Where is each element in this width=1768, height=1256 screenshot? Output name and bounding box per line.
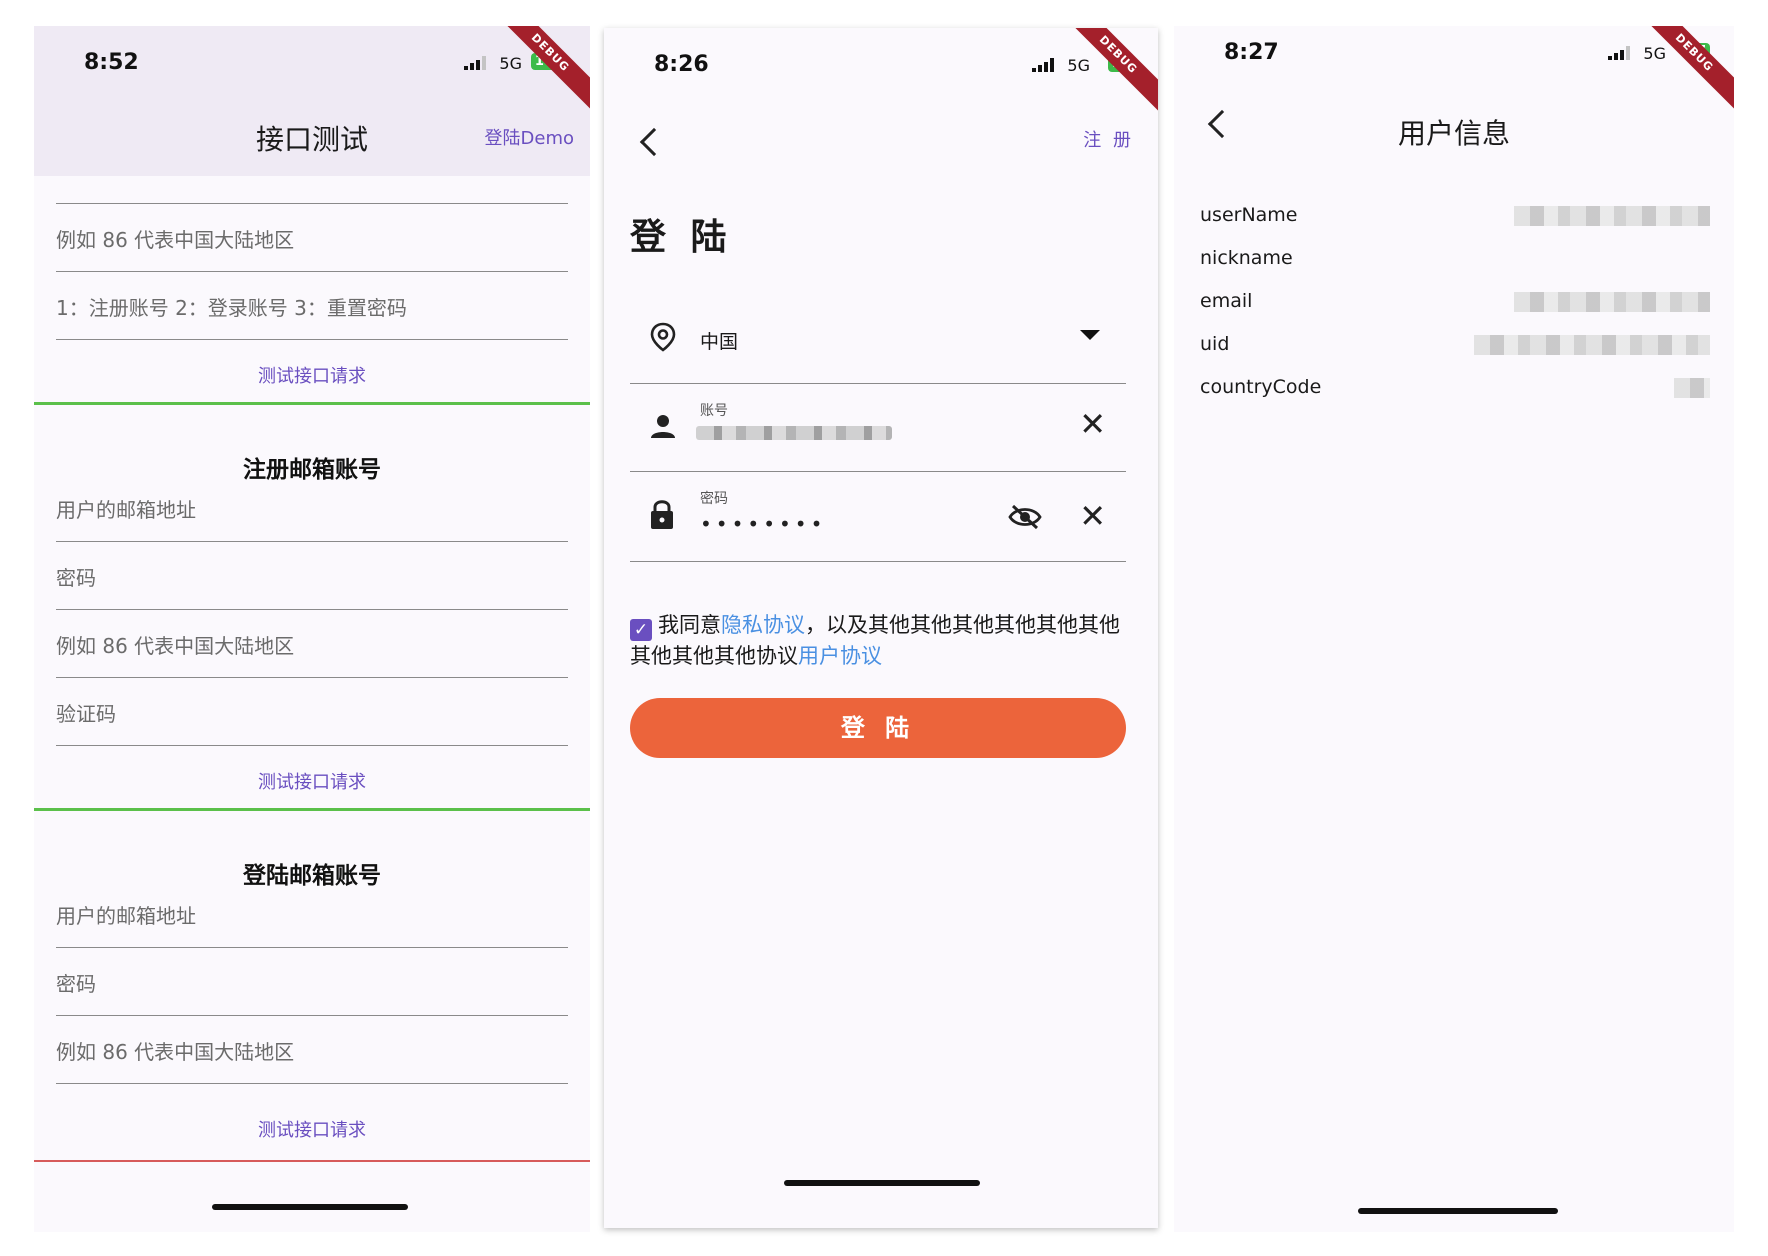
agreement-prefix: 我同意: [658, 613, 721, 637]
privacy-policy-link[interactable]: 隐私协议: [721, 613, 805, 637]
password-field[interactable]: 密码 •••••••• ✕: [630, 472, 1126, 562]
signal-icon: [1608, 46, 1630, 60]
home-indicator[interactable]: [784, 1180, 980, 1186]
country-selector[interactable]: 中国: [630, 294, 1126, 384]
info-value-redacted: [1514, 206, 1710, 226]
login-screen: 8:26 5G 97 DEBUG 注 册 登 陆 中国 账号 ✕ 密码 ••••…: [604, 28, 1158, 1228]
register-link[interactable]: 注 册: [1083, 126, 1134, 152]
status-bar: 8:52 5G 100 DEBUG: [34, 26, 590, 111]
api-test-screen: 8:52 5G 100 DEBUG 接口测试 登陆Demo 例如 86 代表中国…: [34, 26, 590, 1232]
country-code-field[interactable]: 例如 86 代表中国大陆地区: [56, 1016, 568, 1084]
field-placeholder: 例如 86 代表中国大陆地区: [56, 228, 295, 252]
country-code-field[interactable]: 例如 86 代表中国大陆地区: [56, 610, 568, 678]
email-field[interactable]: 用户的邮箱地址: [56, 880, 568, 948]
status-time: 8:27: [1224, 40, 1279, 65]
field-placeholder: 例如 86 代表中国大陆地区: [56, 634, 295, 658]
test-request-button[interactable]: 测试接口请求: [34, 362, 590, 388]
person-icon: [651, 415, 675, 438]
back-icon[interactable]: [639, 127, 669, 157]
dropdown-arrow-icon[interactable]: [1080, 330, 1100, 340]
info-key: userName: [1200, 204, 1298, 226]
lock-icon: [651, 500, 673, 529]
user-info-screen: 8:27 5G 97 DEBUG 用户信息 userName nickname …: [1174, 26, 1734, 1232]
field-placeholder: 例如 86 代表中国大陆地区: [56, 1040, 295, 1064]
field-placeholder: 1：注册账号 2：登录账号 3：重置密码: [56, 296, 407, 320]
location-pin-icon: [650, 322, 676, 352]
field-placeholder: 密码: [56, 972, 96, 996]
debug-banner: DEBUG: [1636, 26, 1734, 111]
country-code-field[interactable]: 例如 86 代表中国大陆地区: [56, 204, 568, 272]
agreement-text: ✓ 我同意隐私协议，以及其他其他其他其他其他其他其他其他其他协议用户协议: [630, 610, 1130, 672]
agree-checkbox[interactable]: ✓: [630, 619, 652, 641]
info-key: email: [1200, 290, 1253, 312]
network-label: 5G: [1643, 44, 1666, 63]
info-row: email: [1200, 282, 1710, 322]
country-value: 中国: [700, 331, 739, 353]
account-field[interactable]: 账号 ✕: [630, 384, 1126, 472]
password-value: ••••••••: [700, 512, 827, 536]
user-agreement-link[interactable]: 用户协议: [798, 644, 882, 668]
info-key: countryCode: [1200, 376, 1322, 398]
field-placeholder: 用户的邮箱地址: [56, 904, 196, 928]
home-indicator[interactable]: [1358, 1208, 1558, 1214]
login-button[interactable]: 登 陆: [630, 698, 1126, 758]
verification-code-field[interactable]: 验证码: [56, 678, 568, 746]
email-field[interactable]: 用户的邮箱地址: [56, 474, 568, 542]
info-row: userName: [1200, 196, 1710, 236]
info-row: uid: [1200, 325, 1710, 365]
info-key: nickname: [1200, 247, 1293, 269]
signal-icon: [464, 56, 486, 70]
field-placeholder: 用户的邮箱地址: [56, 498, 196, 522]
section-divider: [34, 808, 590, 811]
status-bar: 8:27 5G 97 DEBUG: [1174, 26, 1734, 111]
text-field[interactable]: [56, 136, 568, 204]
password-field[interactable]: 密码: [56, 542, 568, 610]
page-title: 用户信息: [1397, 117, 1510, 150]
home-indicator[interactable]: [212, 1204, 408, 1210]
field-placeholder: 验证码: [56, 702, 116, 726]
status-time: 8:52: [84, 50, 139, 75]
signal-icon: [1032, 58, 1054, 72]
field-placeholder: 密码: [56, 566, 96, 590]
clear-icon[interactable]: ✕: [1079, 500, 1106, 532]
info-key: uid: [1200, 333, 1230, 355]
info-value-redacted: [1474, 335, 1710, 355]
account-label: 账号: [700, 403, 728, 419]
type-field[interactable]: 1：注册账号 2：登录账号 3：重置密码: [56, 272, 568, 340]
test-request-button[interactable]: 测试接口请求: [34, 1116, 590, 1142]
network-label: 5G: [1067, 56, 1090, 75]
info-row: nickname: [1200, 239, 1710, 279]
info-row: countryCode: [1200, 368, 1710, 408]
page-title: 登 陆: [630, 217, 733, 258]
clear-icon[interactable]: ✕: [1079, 408, 1106, 440]
section-divider: [34, 402, 590, 405]
network-label: 5G: [499, 54, 522, 73]
info-value-redacted: [1674, 378, 1710, 398]
visibility-off-icon[interactable]: [1008, 504, 1042, 530]
section-divider: [34, 1160, 590, 1162]
status-bar: 8:26 5G 97 DEBUG: [604, 28, 1158, 113]
password-label: 密码: [700, 491, 728, 507]
info-value-redacted: [1514, 292, 1710, 312]
test-request-button[interactable]: 测试接口请求: [34, 768, 590, 794]
status-time: 8:26: [654, 52, 709, 77]
account-value-redacted: [696, 426, 892, 440]
password-field[interactable]: 密码: [56, 948, 568, 1016]
